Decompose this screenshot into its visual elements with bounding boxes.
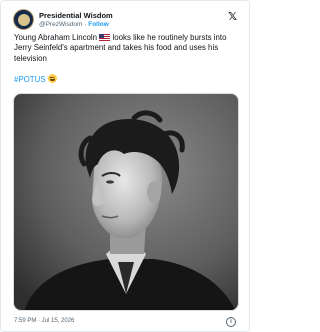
avatar[interactable] [13, 9, 34, 30]
laughing-emoji-icon [47, 74, 57, 83]
tweet-timestamp[interactable]: 7:59 PM · Jul 15, 2026 [14, 318, 74, 324]
handle[interactable]: @PrezWisdom [39, 21, 82, 28]
info-icon[interactable]: i [226, 317, 236, 327]
follow-button[interactable]: Follow [88, 21, 109, 28]
handle-line: @PrezWisdom · Follow [39, 20, 113, 29]
lincoln-portrait-image [14, 94, 238, 310]
author-info: Presidential Wisdom @PrezWisdom · Follow [39, 11, 113, 29]
presidential-seal-icon [17, 13, 30, 26]
tweet-card: Presidential Wisdom @PrezWisdom · Follow… [0, 0, 250, 332]
tweet-photo[interactable] [13, 93, 239, 311]
tweet-header: Presidential Wisdom @PrezWisdom · Follow [13, 9, 113, 30]
handle-separator: · [84, 20, 87, 28]
hashtag-line: #POTUS [14, 74, 57, 84]
x-logo-icon[interactable]: 𝕏 [228, 10, 237, 23]
tweet-text-start: Young Abraham Lincoln [14, 33, 98, 42]
display-name[interactable]: Presidential Wisdom [39, 11, 113, 20]
hashtag-link[interactable]: #POTUS [14, 75, 46, 84]
us-flag-icon [99, 34, 111, 41]
tweet-text: Young Abraham Lincoln looks like he rout… [14, 33, 238, 64]
